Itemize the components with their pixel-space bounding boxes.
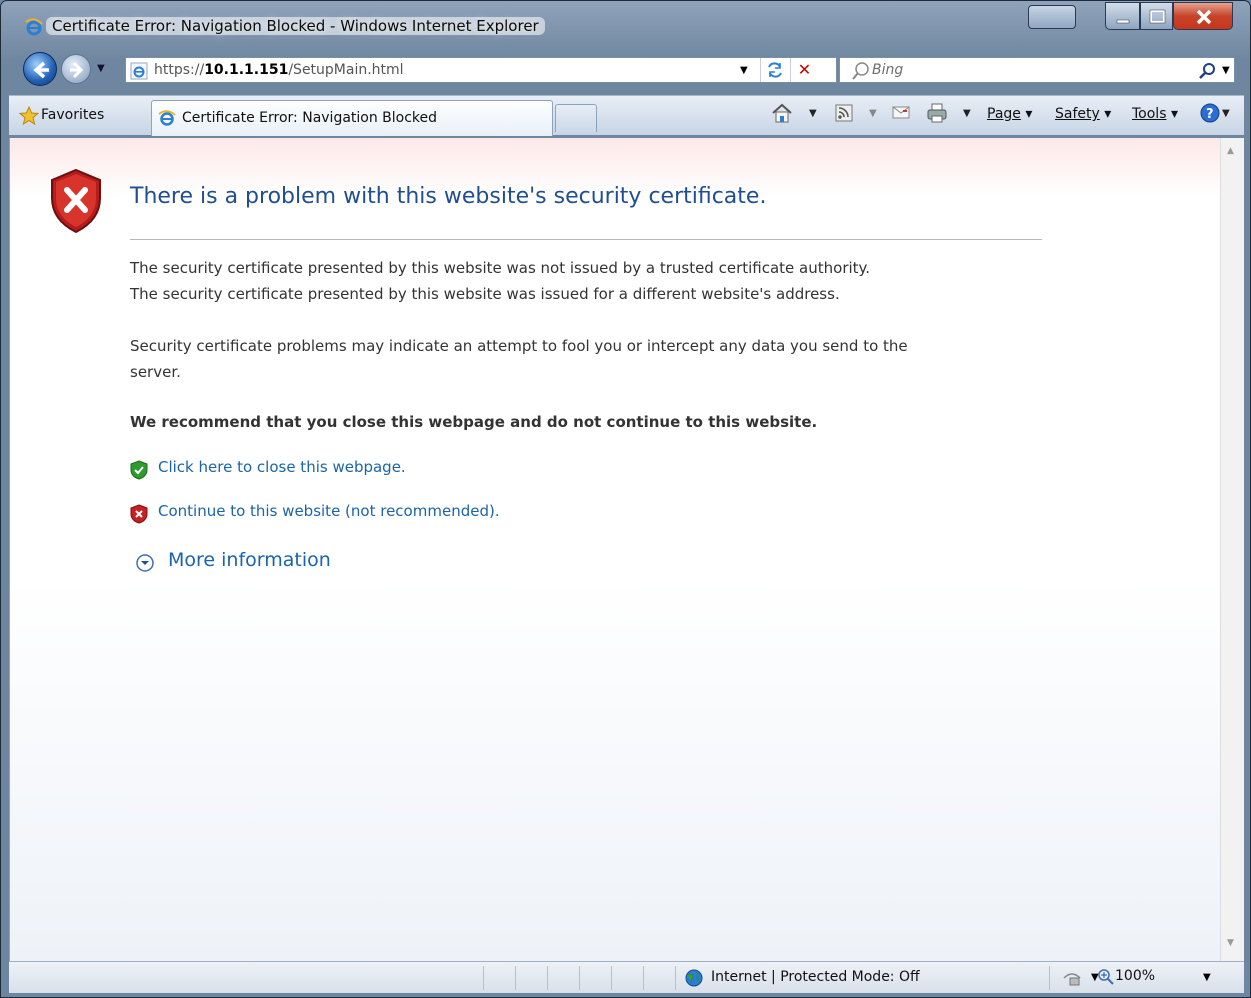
favorites-button[interactable]: Favorites [11, 100, 112, 130]
continue-website-link[interactable]: Continue to this website (not recommende… [158, 502, 500, 520]
status-bar: Internet | Protected Mode: Off ▼ 100% ▼ [9, 961, 1244, 993]
divider [130, 239, 1042, 240]
status-divider [1049, 966, 1050, 990]
feeds-icon[interactable] [834, 102, 854, 126]
mail-icon[interactable] [891, 102, 911, 126]
new-tab-button[interactable] [555, 104, 597, 132]
address-bar[interactable]: https://10.1.1.151/SetupMain.html ▼ ✕ [125, 57, 837, 83]
address-dropdown[interactable]: ▼ [740, 65, 748, 76]
status-divider [643, 966, 644, 990]
zoom-icon[interactable] [1097, 968, 1115, 990]
status-divider [675, 966, 676, 990]
refresh-button[interactable] [760, 58, 788, 82]
search-options-dropdown[interactable]: ▼ [1222, 65, 1230, 76]
security-zone[interactable]: Internet | Protected Mode: Off [711, 969, 920, 985]
tab-label: Certificate Error: Navigation Blocked [182, 110, 438, 126]
scroll-up-arrow[interactable]: ▲ [1227, 146, 1234, 156]
window-title: Certificate Error: Navigation Blocked - … [46, 17, 545, 35]
recent-pages-dropdown[interactable]: ▼ [97, 63, 105, 74]
print-icon[interactable] [926, 102, 948, 128]
shield-error-icon [48, 168, 104, 238]
zoom-level[interactable]: 100% [1115, 968, 1155, 984]
zoom-dropdown[interactable]: ▼ [1203, 972, 1211, 983]
home-icon[interactable] [771, 102, 793, 128]
page-menu[interactable]: Page ▾ [987, 106, 1032, 122]
shield-error-small-icon [130, 504, 148, 528]
flip-button[interactable] [1028, 5, 1076, 29]
title-bar[interactable]: Certificate Error: Navigation Blocked - … [1, 1, 1250, 45]
ie-logo-icon [25, 18, 43, 40]
favorites-label: Favorites [41, 107, 105, 123]
help-icon[interactable]: ? [1199, 102, 1221, 128]
search-box[interactable]: Bing ▼ [839, 57, 1235, 83]
shield-ok-icon [130, 460, 148, 484]
tab-active[interactable]: Certificate Error: Navigation Blocked [151, 100, 553, 136]
more-information-link[interactable]: More information [168, 549, 331, 571]
browser-window: Certificate Error: Navigation Blocked - … [0, 0, 1251, 998]
close-button[interactable] [1173, 2, 1233, 30]
print-dropdown[interactable]: ▼ [963, 108, 971, 119]
message-address-mismatch: The security certificate presented by th… [130, 285, 840, 303]
home-dropdown[interactable]: ▼ [809, 108, 817, 119]
stop-button[interactable]: ✕ [790, 58, 818, 82]
command-bar: Favorites Certificate Error: Navigation … [9, 95, 1244, 136]
expand-icon[interactable] [134, 552, 156, 578]
help-dropdown[interactable]: ▼ [1222, 108, 1230, 119]
globe-icon [684, 968, 704, 992]
page-title: There is a problem with this website's s… [130, 184, 767, 209]
safety-menu[interactable]: Safety ▾ [1055, 106, 1111, 122]
navigation-bar: ▼ https://10.1.1.151/SetupMain.html ▼ ✕ … [9, 49, 1244, 91]
status-divider [515, 966, 516, 990]
search-placeholder[interactable]: Bing [872, 62, 903, 78]
favorites-star-icon [18, 105, 40, 137]
scroll-down-arrow[interactable]: ▼ [1227, 938, 1234, 948]
svg-text:?: ? [1206, 107, 1214, 122]
close-webpage-link[interactable]: Click here to close this webpage. [158, 458, 406, 476]
protected-mode-icon[interactable] [1061, 968, 1083, 992]
page-content: There is a problem with this website's s… [9, 138, 1220, 961]
tab-ie-icon [158, 109, 176, 131]
feeds-dropdown[interactable]: ▼ [869, 108, 877, 119]
forward-button[interactable] [61, 54, 91, 84]
tools-menu[interactable]: Tools ▾ [1132, 106, 1178, 122]
search-icon [850, 61, 870, 85]
status-divider [483, 966, 484, 990]
back-button[interactable] [23, 52, 57, 86]
vertical-scrollbar[interactable]: ▲ ▼ [1220, 138, 1244, 961]
search-go-icon[interactable] [1198, 61, 1218, 85]
recommendation-text: We recommend that you close this webpage… [130, 413, 818, 431]
status-divider [579, 966, 580, 990]
minimize-button[interactable] [1105, 2, 1140, 30]
maximize-button[interactable] [1140, 2, 1173, 30]
status-divider [611, 966, 612, 990]
page-icon [130, 62, 148, 84]
message-warning-cont: server. [130, 363, 181, 381]
address-url[interactable]: https://10.1.1.151/SetupMain.html [154, 62, 404, 78]
status-divider [547, 966, 548, 990]
message-warning: Security certificate problems may indica… [130, 337, 908, 355]
message-untrusted-authority: The security certificate presented by th… [130, 259, 871, 277]
